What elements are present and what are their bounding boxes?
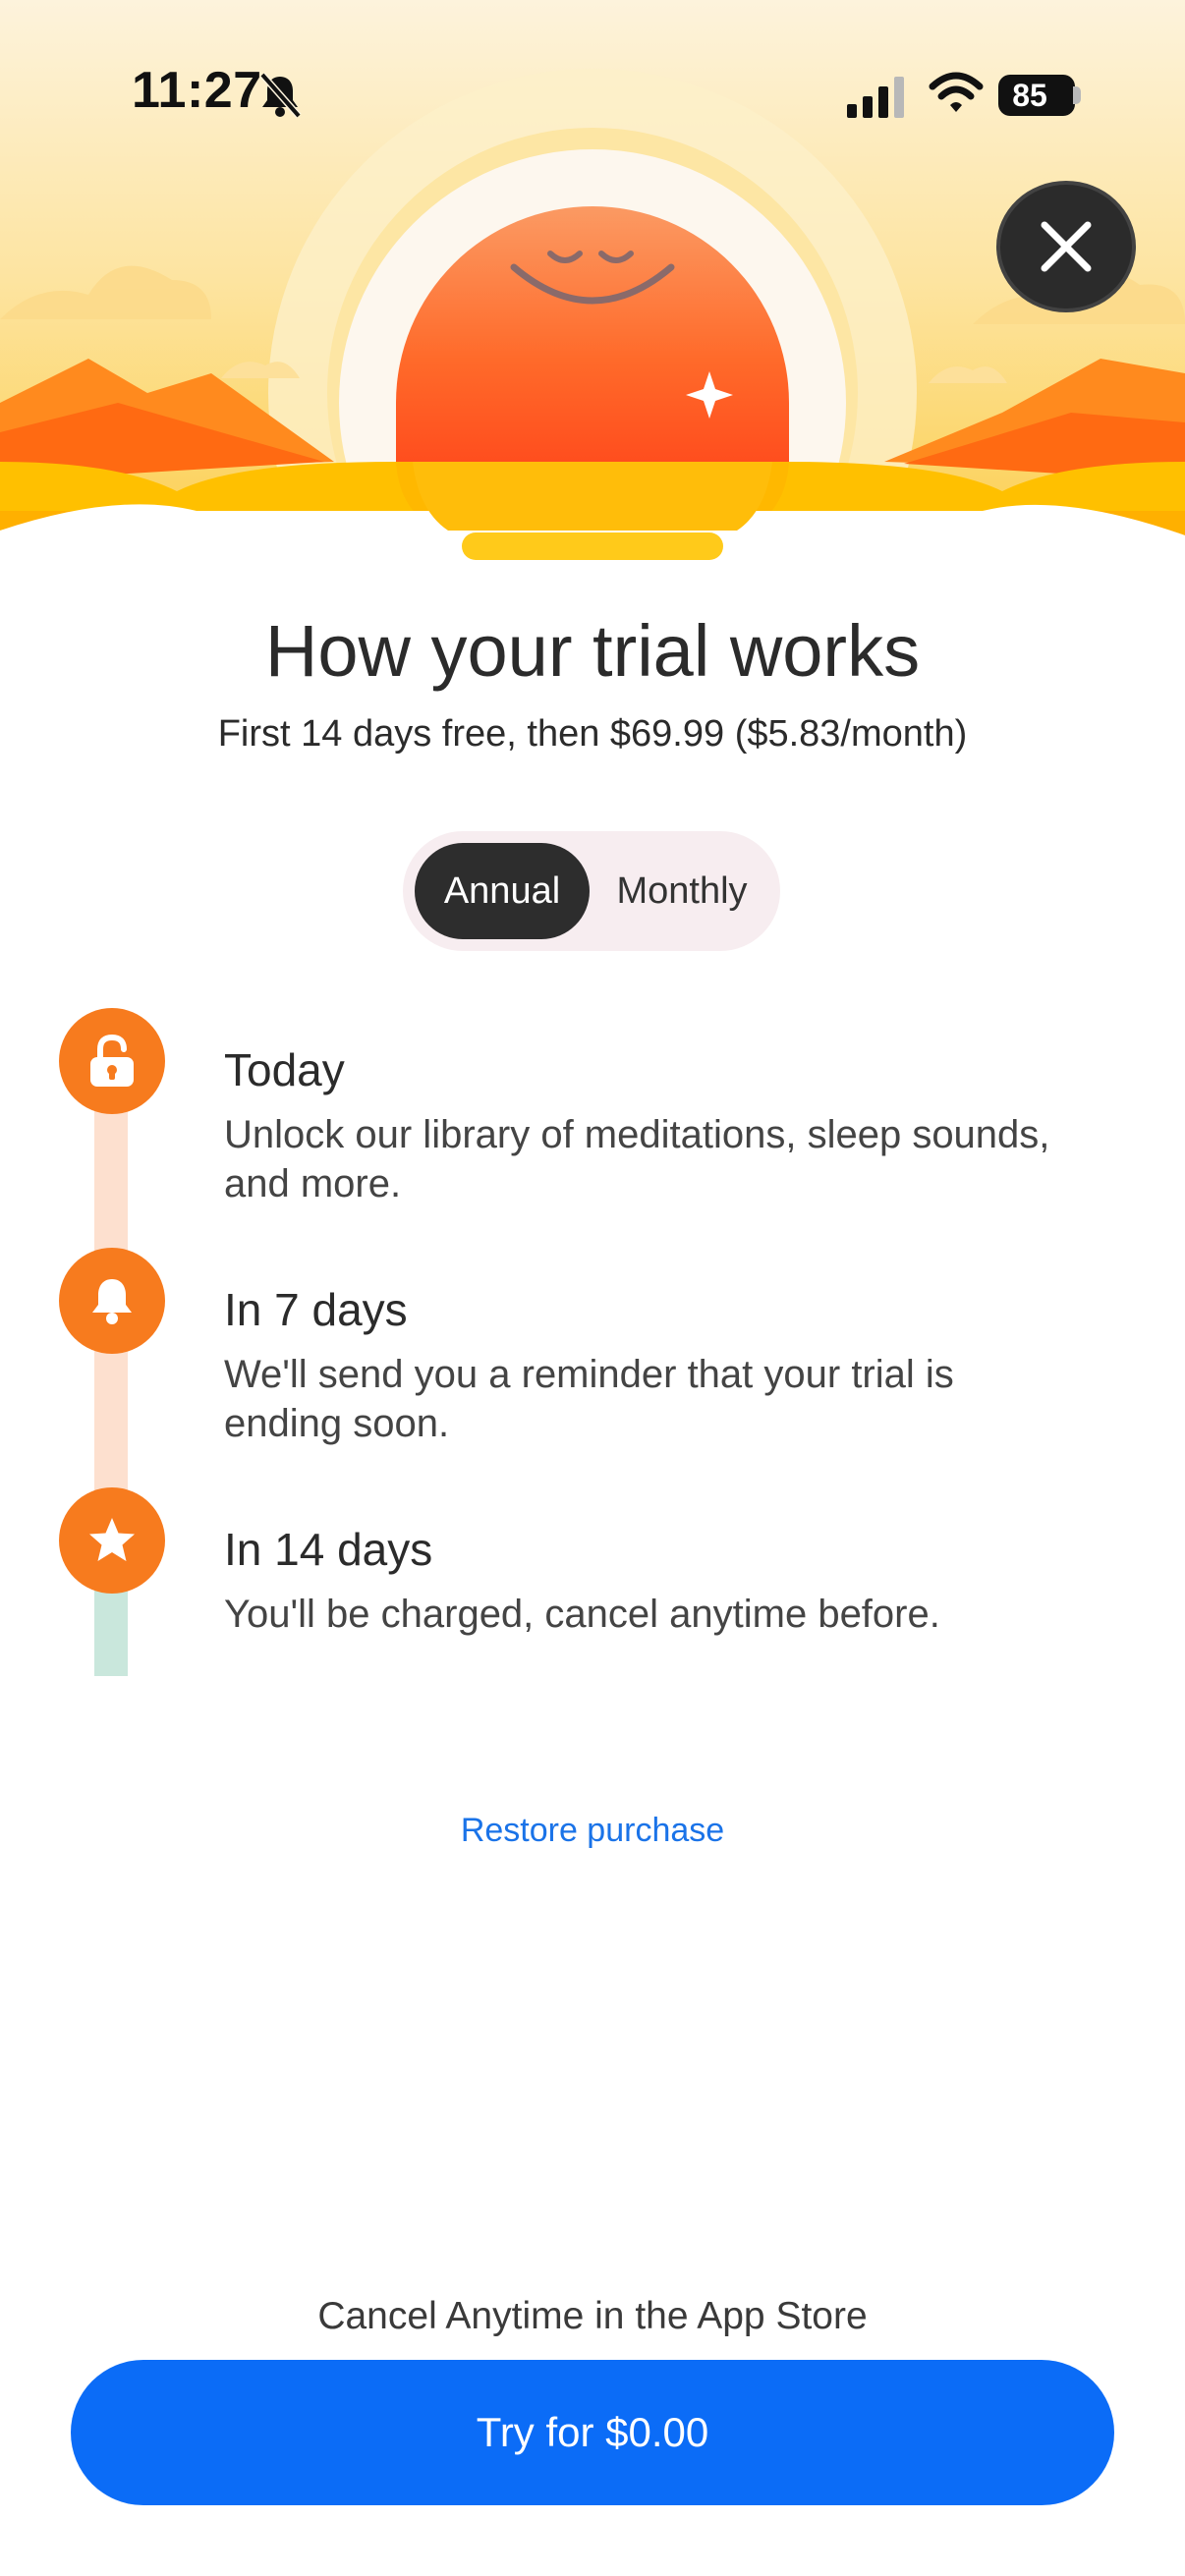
battery-icon: 85 [998, 75, 1075, 116]
star-icon [89, 1518, 135, 1561]
plan-option-annual[interactable]: Annual [415, 843, 590, 939]
timeline-step-icon-7-days [59, 1248, 165, 1354]
page-title: How your trial works [264, 610, 921, 692]
plan-option-monthly[interactable]: Monthly [595, 843, 768, 939]
cellular-signal-icon [847, 77, 904, 118]
bell-slash-icon [259, 72, 302, 119]
bell-icon [92, 1279, 132, 1324]
close-icon [1041, 221, 1092, 272]
battery-level: 85 [1012, 77, 1047, 113]
timeline-step-description: You'll be charged, cancel anytime before… [224, 1593, 940, 1636]
cancel-anytime-note: Cancel Anytime in the App Store [317, 2295, 868, 2337]
timeline-step-title: Today [224, 1044, 345, 1095]
battery-cap [1073, 86, 1081, 104]
timeline-step-icon-today [59, 1008, 165, 1114]
plan-toggle: Annual Monthly [403, 831, 780, 951]
timeline-step-title: In 7 days [224, 1284, 408, 1335]
status-time: 11:27 [132, 62, 262, 119]
timeline-step-title: In 14 days [224, 1524, 433, 1575]
timeline-step-description: We'll send you a reminder that your tria… [224, 1353, 954, 1445]
wifi-icon [929, 72, 984, 112]
pricing-subtitle: First 14 days free, then $69.99 ($5.83/m… [217, 713, 968, 755]
timeline-step-description: Unlock our library of meditations, sleep… [224, 1113, 1050, 1205]
status-bar: 11:27 85 [0, 0, 1185, 196]
try-free-button[interactable]: Try for $0.00 [71, 2360, 1114, 2505]
restore-purchase-link[interactable]: Restore purchase [0, 1812, 1185, 1850]
close-button[interactable] [996, 181, 1136, 312]
timeline-step-icon-14-days [59, 1487, 165, 1594]
unlock-icon [90, 1034, 134, 1087]
